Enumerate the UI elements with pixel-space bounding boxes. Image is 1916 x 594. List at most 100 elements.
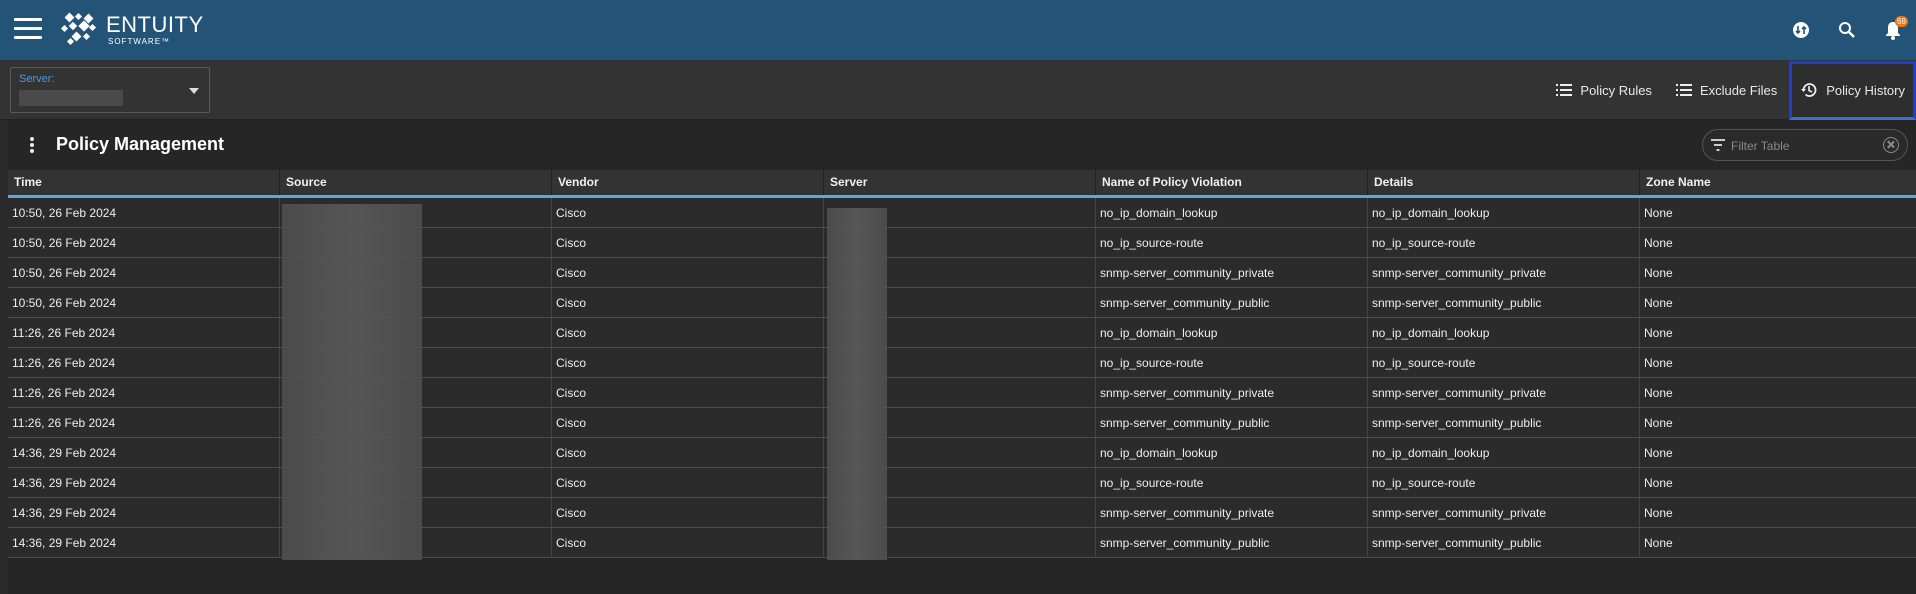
swap-circle-icon: [1793, 22, 1809, 38]
cell-details: no_ip_source-route: [1368, 348, 1640, 377]
cell-details: no_ip_source-route: [1368, 228, 1640, 257]
entuity-logo-icon: [60, 12, 97, 46]
cell-policy-violation: no_ip_source-route: [1096, 468, 1368, 497]
clear-filter-icon[interactable]: [1883, 137, 1899, 153]
redacted-server-values: [827, 208, 887, 560]
cell-details: snmp-server_community_private: [1368, 498, 1640, 527]
policy-history-button[interactable]: Policy History: [1789, 60, 1916, 120]
cell-vendor: Cisco: [552, 318, 824, 347]
cell-details: no_ip_domain_lookup: [1368, 198, 1640, 227]
cell-zone-name: None: [1644, 296, 1673, 310]
list-icon: [1675, 84, 1692, 96]
cell-time: 10:50, 26 Feb 2024: [8, 228, 280, 257]
cell-policy-violation: no_ip_domain_lookup: [1096, 318, 1368, 347]
server-label: Server:: [19, 73, 55, 85]
table-header: Time Source Vendor Server Name of Policy…: [8, 170, 1916, 198]
cell-policy-violation: snmp-server_community_public: [1096, 528, 1368, 557]
column-header-time[interactable]: Time: [8, 170, 280, 195]
cell-policy-violation: snmp-server_community_private: [1096, 258, 1368, 287]
column-header-zone-name[interactable]: Zone Name: [1640, 170, 1916, 195]
cell-policy-violation: no_ip_domain_lookup: [1096, 198, 1368, 227]
filter-input[interactable]: [1731, 136, 1871, 156]
entuity-logo[interactable]: ENTUITY SOFTWARE™: [60, 12, 204, 48]
cell-vendor: Cisco: [552, 288, 824, 317]
cell-zone-name: None: [1644, 356, 1673, 370]
policy-history-label: Policy History: [1826, 82, 1905, 98]
cell-details: snmp-server_community_private: [1368, 258, 1640, 287]
cell-policy-violation: no_ip_domain_lookup: [1096, 438, 1368, 467]
cell-zone-name: None: [1644, 446, 1673, 460]
cell-zone-name: None: [1644, 236, 1673, 250]
history-icon: [1801, 83, 1817, 97]
cell-time: 14:36, 29 Feb 2024: [8, 438, 280, 467]
list-icon: [1556, 84, 1573, 96]
notification-badge: 69: [1895, 16, 1908, 27]
menu-icon[interactable]: [14, 18, 42, 40]
redacted-source-values: [282, 204, 422, 560]
cell-vendor: Cisco: [552, 378, 824, 407]
cell-vendor: Cisco: [552, 258, 824, 287]
column-header-policy-violation[interactable]: Name of Policy Violation: [1096, 170, 1368, 195]
cell-time: 10:50, 26 Feb 2024: [8, 288, 280, 317]
cell-zone-name: None: [1644, 476, 1673, 490]
cell-details: no_ip_domain_lookup: [1368, 318, 1640, 347]
cell-details: snmp-server_community_public: [1368, 288, 1640, 317]
cell-details: snmp-server_community_public: [1368, 528, 1640, 557]
search-button[interactable]: [1824, 0, 1870, 60]
cell-zone-name: None: [1644, 386, 1673, 400]
cell-details: snmp-server_community_private: [1368, 378, 1640, 407]
cell-policy-violation: snmp-server_community_private: [1096, 378, 1368, 407]
cell-details: no_ip_domain_lookup: [1368, 438, 1640, 467]
cell-vendor: Cisco: [552, 438, 824, 467]
server-value: [19, 90, 123, 106]
cell-zone-name: None: [1644, 536, 1673, 550]
logo-name: ENTUITY: [106, 12, 204, 37]
more-options-icon[interactable]: [30, 137, 34, 153]
cell-time: 11:26, 26 Feb 2024: [8, 378, 280, 407]
cell-time: 11:26, 26 Feb 2024: [8, 408, 280, 437]
filter-icon: [1711, 139, 1725, 151]
cell-time: 10:50, 26 Feb 2024: [8, 258, 280, 287]
switch-user-button[interactable]: [1778, 0, 1824, 60]
cell-policy-violation: no_ip_source-route: [1096, 348, 1368, 377]
server-select[interactable]: Server:: [10, 67, 210, 113]
exclude-files-label: Exclude Files: [1699, 82, 1778, 98]
cell-policy-violation: snmp-server_community_public: [1096, 288, 1368, 317]
cell-details: no_ip_source-route: [1368, 468, 1640, 497]
cell-vendor: Cisco: [552, 198, 824, 227]
cell-vendor: Cisco: [552, 468, 824, 497]
cell-vendor: Cisco: [552, 528, 824, 557]
cell-policy-violation: snmp-server_community_public: [1096, 408, 1368, 437]
toolbar: Server: Policy Rules Exclude Files Polic…: [0, 60, 1916, 120]
cell-time: 14:36, 29 Feb 2024: [8, 468, 280, 497]
cell-policy-violation: no_ip_source-route: [1096, 228, 1368, 257]
cell-vendor: Cisco: [552, 408, 824, 437]
logo-subtitle: SOFTWARE™: [108, 37, 171, 46]
cell-details: snmp-server_community_public: [1368, 408, 1640, 437]
cell-vendor: Cisco: [552, 348, 824, 377]
cell-time: 10:50, 26 Feb 2024: [8, 198, 280, 227]
cell-zone-name: None: [1644, 416, 1673, 430]
policy-rules-label: Policy Rules: [1580, 82, 1652, 98]
cell-time: 11:26, 26 Feb 2024: [8, 318, 280, 347]
cell-vendor: Cisco: [552, 498, 824, 527]
exclude-files-button[interactable]: Exclude Files: [1664, 60, 1789, 120]
page-title: Policy Management: [56, 134, 225, 154]
cell-time: 14:36, 29 Feb 2024: [8, 498, 280, 527]
column-header-vendor[interactable]: Vendor: [552, 170, 824, 195]
column-header-details[interactable]: Details: [1368, 170, 1640, 195]
cell-zone-name: None: [1644, 326, 1673, 340]
column-header-source[interactable]: Source: [280, 170, 552, 195]
cell-time: 11:26, 26 Feb 2024: [8, 348, 280, 377]
cell-zone-name: None: [1644, 206, 1673, 220]
filter-table-field[interactable]: [1702, 129, 1908, 161]
chevron-down-icon: [189, 88, 199, 94]
top-app-bar: ENTUITY SOFTWARE™ 69: [0, 0, 1916, 60]
cell-time: 14:36, 29 Feb 2024: [8, 528, 280, 557]
column-header-server[interactable]: Server: [824, 170, 1096, 195]
notifications-button[interactable]: 69: [1870, 0, 1916, 60]
search-icon: [1839, 22, 1855, 38]
policy-rules-button[interactable]: Policy Rules: [1544, 60, 1664, 120]
cell-policy-violation: snmp-server_community_private: [1096, 498, 1368, 527]
cell-vendor: Cisco: [552, 228, 824, 257]
